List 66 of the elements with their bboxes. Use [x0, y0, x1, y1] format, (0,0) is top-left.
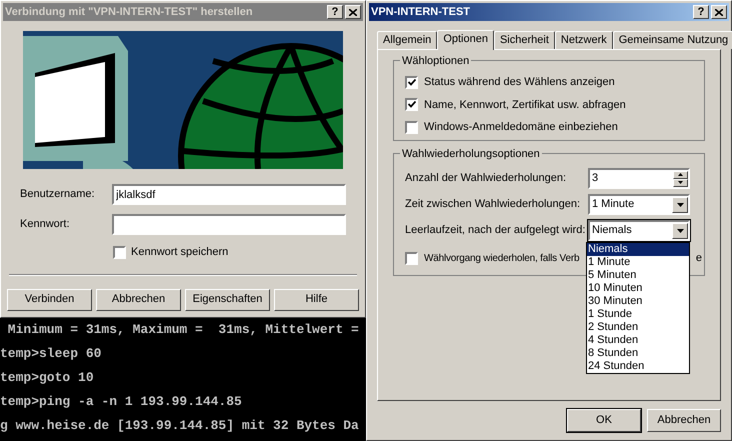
dialog-button[interactable]: Abbrechen	[647, 409, 721, 432]
dialog-button[interactable]: OK	[567, 409, 641, 432]
checkbox-label: Kennwort speichern	[131, 245, 228, 260]
checkbox[interactable]	[405, 120, 418, 134]
field-label: Benutzername:	[20, 187, 96, 202]
caret-down-icon	[676, 202, 684, 206]
window-title: VPN-INTERN-TEST	[371, 4, 470, 20]
tab[interactable]: Gemeinsame Nutzung	[612, 31, 732, 49]
close-button[interactable]	[345, 5, 361, 19]
spin-up-button[interactable]	[673, 170, 688, 178]
group-title: Wähloptionen	[400, 53, 472, 70]
window-title: Verbindung mit "VPN-INTERN-TEST" herstellen	[5, 4, 253, 20]
field-label: Leerlaufzeit, nach der aufgelegt wird:	[405, 223, 586, 238]
console-line: temp>goto 10	[0, 369, 94, 387]
tab[interactable]: Optionen	[437, 30, 494, 50]
dropdown-option[interactable]: 4 Stunden	[587, 334, 689, 347]
tab[interactable]: Sicherheit	[494, 31, 555, 49]
dialog-button[interactable]: Hilfe	[274, 288, 359, 310]
checkbox-label: Name, Kennwort, Zertifikat usw. abfragen	[424, 98, 626, 112]
checkmark-icon	[408, 78, 416, 86]
dropdown-option[interactable]: Niemals	[587, 243, 689, 256]
spinner-field[interactable]: 3	[588, 168, 690, 189]
tab[interactable]: Netzwerk	[554, 31, 613, 49]
dropdown-button[interactable]	[672, 222, 688, 238]
dropdown-field[interactable]: Niemals	[588, 220, 690, 241]
dropdown-option[interactable]: 1 Stunde	[587, 308, 689, 321]
close-button[interactable]	[711, 5, 727, 19]
dialog-button[interactable]: Eigenschaften	[185, 288, 270, 310]
checkmark-icon	[408, 101, 416, 108]
console-line: g www.heise.de [193.99.144.85] mit 32 Bytes Da	[0, 417, 359, 435]
dialog-button[interactable]: Verbinden	[7, 288, 92, 310]
input-field[interactable]: jklalksdf	[112, 184, 346, 205]
checkbox-label: Status während des Wählens anzeigen	[424, 75, 615, 90]
tab[interactable]: Allgemein	[377, 31, 438, 49]
console-line: temp>ping -a -n 1 193.99.144.85	[0, 393, 242, 411]
caret-up-icon	[678, 173, 683, 176]
checkbox[interactable]	[405, 252, 418, 265]
console-line: Minimum = 31ms, Maximum = 31ms, Mittelwert =	[6, 321, 359, 339]
dropdown-option[interactable]: 10 Minuten	[587, 282, 689, 295]
input-field[interactable]	[112, 214, 346, 235]
dropdown-option[interactable]: 30 Minuten	[587, 295, 689, 308]
checkbox-label: Wählvorgang wiederholen, falls Verb	[424, 252, 580, 266]
caret-down-icon	[678, 181, 683, 184]
dropdown-option[interactable]: 1 Minute	[587, 256, 689, 269]
dropdown-field[interactable]: 1 Minute	[588, 194, 690, 215]
checkbox-label: Windows-Anmeldedomäne einbeziehen	[424, 120, 618, 135]
dropdown-option[interactable]: 24 Stunden	[587, 360, 689, 373]
group-title: Wahlwiederholungsoptionen	[400, 146, 542, 162]
checkbox[interactable]	[405, 76, 418, 89]
field-label: Kennwort:	[20, 217, 71, 232]
help-button[interactable]: ?	[693, 5, 709, 19]
checkbox[interactable]	[113, 246, 126, 259]
field-label: Anzahl der Wahlwiederholungen:	[405, 171, 566, 186]
field-label: Zeit zwischen Wahlwiederholungen:	[405, 197, 580, 212]
checkbox[interactable]	[405, 98, 418, 112]
caret-down-icon	[676, 228, 684, 232]
dropdown-button[interactable]	[672, 196, 688, 212]
dialog-button[interactable]: Abbrechen	[96, 288, 181, 310]
help-button[interactable]: ?	[327, 5, 343, 19]
dropdown-option[interactable]: 2 Stunden	[587, 321, 689, 334]
dropdown-option[interactable]: 8 Stunden	[587, 347, 689, 360]
close-icon	[715, 8, 723, 16]
dropdown-option[interactable]: 5 Minuten	[587, 269, 689, 282]
console-line: temp>sleep 60	[0, 345, 102, 363]
close-icon	[349, 8, 357, 16]
checkbox-label-end: e	[696, 251, 702, 266]
